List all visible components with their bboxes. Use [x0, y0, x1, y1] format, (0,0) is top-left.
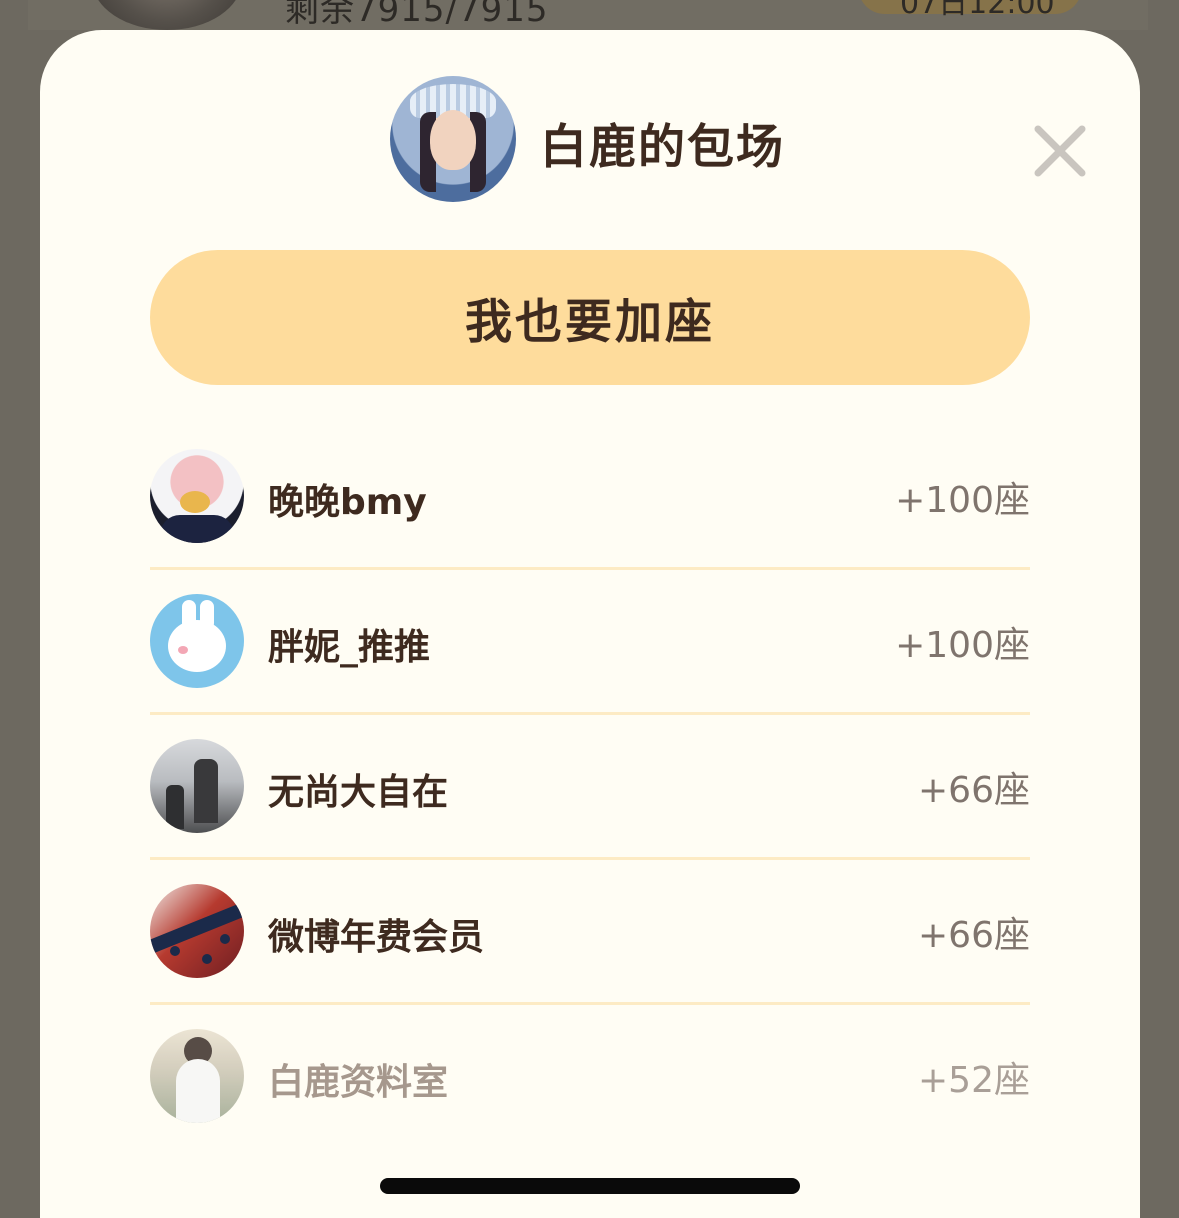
supporter-list[interactable]: 晚晚bmy +100座 胖妮_推推 +100座 无尚大自在 +66座 微博年费会… — [150, 425, 1030, 1147]
supporter-name[interactable]: 胖妮_推推 — [268, 618, 430, 670]
fabric-avatar[interactable] — [150, 884, 244, 978]
fabric-dot — [202, 954, 212, 964]
fabric-dot — [170, 946, 180, 956]
supporter-seats: +52座 — [918, 1060, 1030, 1101]
supporter-seats: +66座 — [918, 770, 1030, 811]
supporter-row[interactable]: 胖妮_推推 +100座 — [150, 570, 1030, 715]
duck-mask-avatar[interactable] — [150, 449, 244, 543]
supporters-sheet: 白鹿的包场 我也要加座 晚晚bmy +100座 胖妮_推推 +100座 无尚大自… — [40, 30, 1140, 1218]
supporter-name[interactable]: 晚晚bmy — [268, 473, 427, 525]
supporter-row[interactable]: 白鹿资料室 +52座 — [150, 1005, 1030, 1147]
background-remaining-count: 剩余7915/7915 — [285, 0, 549, 30]
supporter-row[interactable]: 微博年费会员 +66座 — [150, 860, 1030, 1005]
background-time-text: 07日12:00 — [900, 0, 1055, 21]
fabric-stripe — [150, 898, 244, 956]
home-indicator[interactable] — [380, 1178, 800, 1194]
join-seat-button[interactable]: 我也要加座 — [150, 250, 1030, 385]
host-avatar[interactable] — [390, 76, 516, 202]
close-icon[interactable] — [1030, 121, 1090, 181]
supporter-name[interactable]: 无尚大自在 — [268, 763, 448, 815]
supporter-row[interactable]: 无尚大自在 +66座 — [150, 715, 1030, 860]
girl-avatar[interactable] — [150, 1029, 244, 1123]
robot-statue — [194, 759, 218, 823]
robot-statue-small — [166, 785, 184, 829]
bunny-avatar[interactable] — [150, 594, 244, 688]
supporter-seats: +100座 — [895, 480, 1030, 521]
supporter-name[interactable]: 白鹿资料室 — [268, 1053, 448, 1105]
close-button[interactable] — [1030, 121, 1090, 181]
fabric-dot — [220, 934, 230, 944]
duck-body — [160, 515, 234, 543]
girl-body — [176, 1059, 220, 1123]
bunny-cheek — [178, 646, 188, 654]
sheet-header: 白鹿的包场 — [40, 76, 1140, 204]
host-avatar-face — [430, 110, 476, 170]
supporter-seats: +100座 — [895, 625, 1030, 666]
sheet-title: 白鹿的包场 — [540, 120, 785, 175]
supporter-seats: +66座 — [918, 915, 1030, 956]
robot-statue-avatar[interactable] — [150, 739, 244, 833]
duck-beak — [180, 491, 210, 513]
supporter-row[interactable]: 晚晚bmy +100座 — [150, 425, 1030, 570]
bunny-body — [168, 620, 226, 672]
supporter-name[interactable]: 微博年费会员 — [268, 908, 484, 960]
